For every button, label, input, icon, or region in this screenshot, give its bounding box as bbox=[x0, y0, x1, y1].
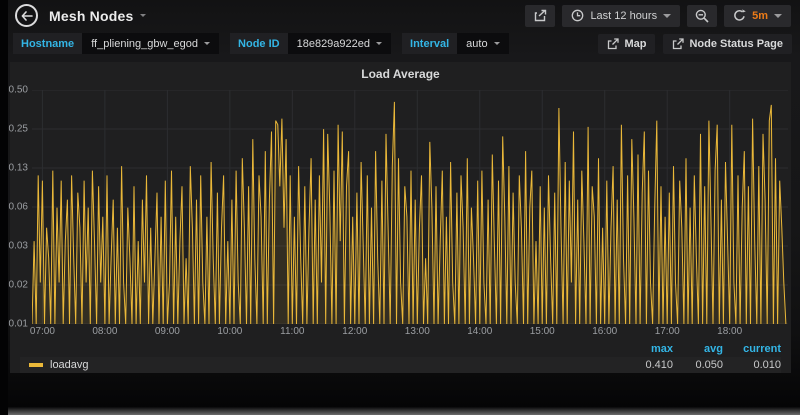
x-tick-label: 17:00 bbox=[655, 326, 680, 337]
back-button[interactable] bbox=[15, 4, 38, 27]
legend-stat-headers: max avg current bbox=[20, 342, 781, 355]
series-name[interactable]: loadavg bbox=[50, 359, 89, 371]
x-tick-label: 15:00 bbox=[530, 326, 555, 337]
time-range-picker[interactable]: Last 12 hours bbox=[562, 5, 680, 27]
node-status-page-link-button[interactable]: Node Status Page bbox=[663, 34, 792, 54]
x-tick-label: 08:00 bbox=[92, 326, 117, 337]
y-tick-label: 0.13 bbox=[9, 163, 28, 174]
y-tick-label: 0.01 bbox=[9, 319, 28, 330]
window-left-edge bbox=[0, 0, 8, 415]
variable-nodeid-label: Node ID bbox=[230, 33, 288, 54]
load-average-panel: Load Average 0.50 0.25 0.13 0.06 0.03 0.02 0.0… bbox=[10, 62, 791, 373]
x-axis-labels: 07:00 08:00 09:00 10:00 11:00 12:00 13:00 14:00… bbox=[32, 326, 788, 339]
variable-interval-value-dropdown[interactable]: auto bbox=[457, 33, 508, 54]
panel-title[interactable]: Load Average bbox=[10, 62, 791, 86]
x-tick-label: 10:00 bbox=[217, 326, 242, 337]
chevron-down-icon bbox=[204, 42, 210, 45]
variable-hostname: Hostname ff_pliening_gbw_egod bbox=[13, 33, 219, 54]
x-tick-label: 13:00 bbox=[405, 326, 430, 337]
legend-header-avg[interactable]: avg bbox=[673, 343, 723, 355]
y-tick-label: 0.25 bbox=[9, 124, 28, 135]
variable-nodeid-value-dropdown[interactable]: 18e829a922ed bbox=[288, 33, 391, 54]
variable-nodeid: Node ID 18e829a922ed bbox=[230, 33, 391, 54]
variable-interval-value: auto bbox=[466, 38, 487, 50]
refresh-picker[interactable]: 5m bbox=[724, 5, 791, 27]
chevron-down-icon bbox=[376, 42, 382, 45]
legend-header-max[interactable]: max bbox=[623, 343, 673, 355]
y-tick-label: 0.02 bbox=[9, 280, 28, 291]
share-button[interactable] bbox=[525, 5, 555, 27]
map-link-button[interactable]: Map bbox=[598, 34, 655, 54]
x-tick-label: 16:00 bbox=[592, 326, 617, 337]
arrow-left-icon bbox=[21, 11, 33, 21]
x-tick-label: 11:00 bbox=[280, 326, 304, 337]
x-tick-label: 12:00 bbox=[342, 326, 367, 337]
loadavg-time-series-chart[interactable] bbox=[32, 90, 788, 324]
variable-interval-label: Interval bbox=[402, 33, 457, 54]
y-tick-label: 0.50 bbox=[9, 85, 28, 96]
zoom-out-button[interactable] bbox=[687, 5, 717, 27]
variable-hostname-value: ff_pliening_gbw_egod bbox=[91, 38, 198, 50]
external-link-icon bbox=[607, 38, 619, 50]
chart-plot-area[interactable] bbox=[32, 90, 788, 324]
magnifier-minus-icon bbox=[695, 9, 709, 23]
y-tick-label: 0.06 bbox=[9, 202, 28, 213]
series-max-value: 0.410 bbox=[623, 359, 673, 371]
map-link-label: Map bbox=[624, 38, 646, 50]
time-range-caret-icon bbox=[663, 14, 671, 18]
external-link-icon bbox=[672, 38, 684, 50]
series-color-swatch[interactable] bbox=[29, 363, 43, 367]
series-avg-value: 0.050 bbox=[673, 359, 723, 371]
series-current-value: 0.010 bbox=[723, 359, 781, 371]
share-export-icon bbox=[533, 9, 547, 22]
x-tick-label: 18:00 bbox=[717, 326, 742, 337]
legend-series-row: loadavg 0.410 0.050 0.010 bbox=[20, 357, 781, 373]
chart-legend: max avg current loadavg 0.410 0.050 0.01… bbox=[20, 342, 781, 373]
node-status-page-link-label: Node Status Page bbox=[689, 38, 783, 50]
y-axis-labels: 0.500.250.130.060.030.020.01 bbox=[10, 90, 29, 324]
refresh-caret-icon bbox=[774, 14, 782, 18]
legend-header-current[interactable]: current bbox=[723, 343, 781, 355]
y-tick-label: 0.03 bbox=[9, 241, 28, 252]
clock-icon bbox=[571, 9, 584, 22]
variable-nodeid-value: 18e829a922ed bbox=[297, 38, 370, 50]
time-range-label: Last 12 hours bbox=[590, 10, 657, 22]
variable-interval: Interval auto bbox=[402, 33, 509, 54]
chevron-down-icon bbox=[494, 42, 500, 45]
x-tick-label: 14:00 bbox=[467, 326, 492, 337]
x-tick-label: 09:00 bbox=[155, 326, 180, 337]
refresh-icon bbox=[733, 9, 746, 22]
refresh-interval-label: 5m bbox=[752, 10, 768, 22]
top-navbar: Mesh Nodes Last 12 hours 5m bbox=[8, 0, 800, 31]
dashboard-title-caret-icon[interactable] bbox=[140, 14, 146, 17]
variable-hostname-label: Hostname bbox=[13, 33, 82, 54]
dashboard-title[interactable]: Mesh Nodes bbox=[49, 8, 133, 24]
variable-hostname-value-dropdown[interactable]: ff_pliening_gbw_egod bbox=[82, 33, 219, 54]
dashboard-submenu: Hostname ff_pliening_gbw_egod Node ID 18… bbox=[8, 33, 792, 54]
x-tick-label: 07:00 bbox=[30, 326, 55, 337]
